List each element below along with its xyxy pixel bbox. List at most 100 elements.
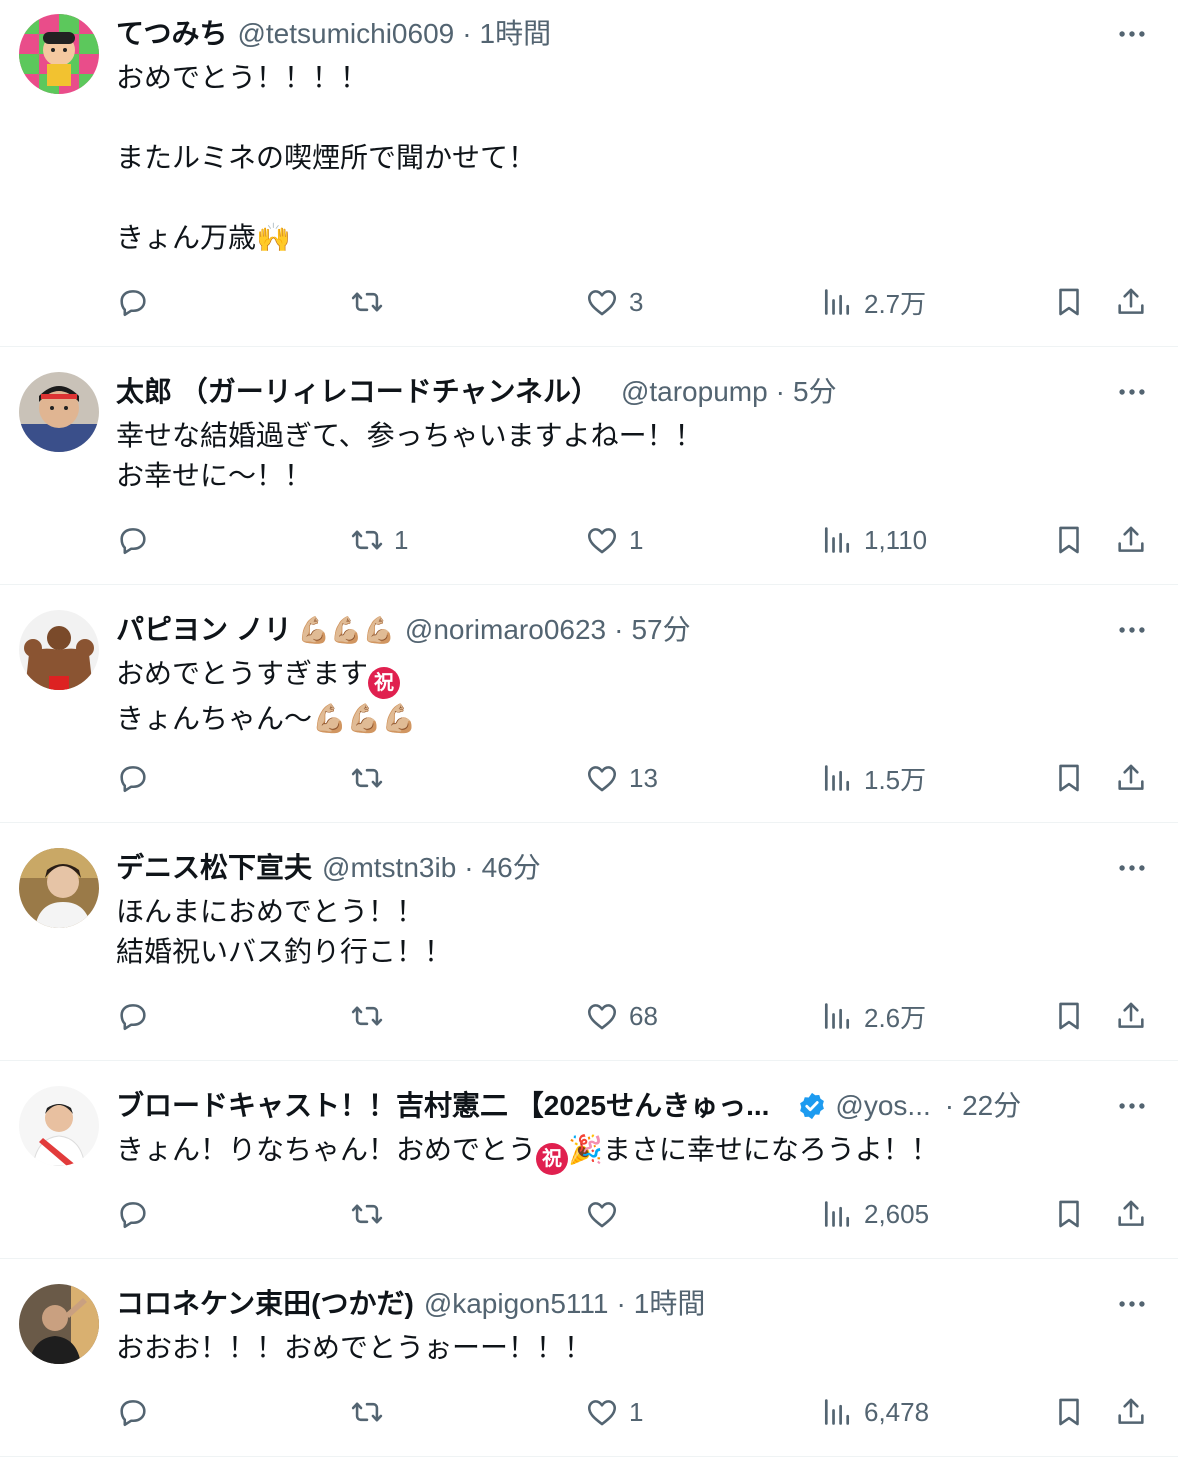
retweet-icon (350, 1395, 384, 1429)
like-button[interactable]: 1 (585, 520, 643, 560)
view-count: 2,605 (864, 1198, 930, 1229)
avatar-dennis-matsushita[interactable] (19, 848, 99, 928)
bookmark-button[interactable] (1052, 520, 1086, 560)
avatar-coronekenn-tsukada[interactable] (19, 1284, 99, 1364)
bookmark-icon (1052, 285, 1086, 319)
user-handle[interactable]: @yos... (835, 1086, 930, 1126)
timestamp[interactable]: 5分 (793, 372, 837, 412)
avatar-yoshimura-kenji[interactable] (19, 1086, 99, 1166)
view-count: 6,478 (864, 1396, 930, 1427)
action-bar: 3 2.7万 (0, 282, 1178, 322)
more-button[interactable] (1112, 1086, 1152, 1126)
share-button[interactable] (1114, 520, 1148, 560)
separator-dot: · (614, 614, 624, 645)
bookmark-button[interactable] (1052, 758, 1086, 798)
user-handle[interactable]: @taropump (621, 372, 768, 412)
like-count: 1 (629, 1396, 644, 1427)
action-bar: 68 2.6万 (0, 996, 1178, 1036)
retweet-icon (350, 1197, 384, 1231)
share-button[interactable] (1114, 758, 1148, 798)
views-button[interactable]: 2.7万 (820, 282, 926, 322)
retweet-button[interactable] (350, 282, 394, 322)
tweet-5[interactable]: ブロードキャスト！！吉村憲二 【2025せんきゅっ... @yos... · 2… (0, 1061, 1178, 1259)
reply-icon (116, 523, 150, 557)
timestamp[interactable]: 1時間 (480, 14, 552, 54)
reply-icon (116, 1395, 150, 1429)
reply-icon (116, 761, 150, 795)
reply-button[interactable] (116, 1194, 160, 1234)
avatar-tetsumichi[interactable] (19, 14, 99, 94)
timestamp[interactable]: 57分 (631, 610, 690, 650)
more-button[interactable] (1112, 1284, 1152, 1324)
reply-icon (116, 285, 150, 319)
timestamp[interactable]: 22分 (962, 1086, 1021, 1126)
timestamp[interactable]: 1時間 (634, 1284, 706, 1324)
share-button[interactable] (1114, 1194, 1148, 1234)
avatar-papillon-nori[interactable] (19, 610, 99, 690)
retweet-button[interactable] (350, 1392, 394, 1432)
user-handle[interactable]: @mtstn3ib (322, 848, 456, 888)
display-name[interactable]: てつみち (116, 14, 227, 54)
views-icon (820, 1197, 854, 1231)
retweet-button[interactable] (350, 1194, 394, 1234)
like-button[interactable]: 3 (585, 282, 643, 322)
more-button[interactable] (1112, 848, 1152, 888)
bookmark-button[interactable] (1052, 996, 1086, 1036)
retweet-button[interactable] (350, 758, 394, 798)
views-icon (820, 761, 854, 795)
reply-button[interactable] (116, 758, 160, 798)
view-count: 1.5万 (864, 764, 927, 795)
display-name[interactable]: コロネケン束田(つかだ) (116, 1284, 414, 1324)
tweet-6[interactable]: コロネケン束田(つかだ) @kapigon5111 · 1時間 おおお！！！おめ… (0, 1259, 1178, 1457)
tweet-3[interactable]: パピヨン ノリ 💪🏼💪🏼💪🏼 @norimaro0623 · 57分 おめでとう… (0, 585, 1178, 823)
more-button[interactable] (1112, 372, 1152, 412)
views-button[interactable]: 2,605 (820, 1194, 929, 1234)
share-button[interactable] (1114, 996, 1148, 1036)
retweet-button[interactable]: 1 (350, 520, 408, 560)
views-button[interactable]: 6,478 (820, 1392, 929, 1432)
display-name[interactable]: ブロードキャスト！！吉村憲二 【2025せんきゅっ... (116, 1086, 769, 1126)
more-button[interactable] (1112, 14, 1152, 54)
bookmark-button[interactable] (1052, 282, 1086, 322)
user-handle[interactable]: @tetsumichi0609 (237, 14, 454, 54)
timestamp[interactable]: 46分 (482, 848, 541, 888)
bookmark-button[interactable] (1052, 1392, 1086, 1432)
tweet-4[interactable]: デニス松下宣夫 @mtstn3ib · 46分 ほんまにおめでとう！！ 結婚祝い… (0, 823, 1178, 1061)
avatar-taro[interactable] (19, 372, 99, 452)
like-button[interactable]: 13 (585, 758, 658, 798)
share-icon (1114, 285, 1148, 319)
tweet-text: 幸せな結婚過ぎて、参っちゃいますよねー！！ お幸せに〜！！ (116, 420, 703, 491)
user-handle[interactable]: @norimaro0623 (405, 610, 606, 650)
share-button[interactable] (1114, 1392, 1148, 1432)
tweet-header: てつみち @tetsumichi0609 · 1時間 (116, 14, 1118, 54)
reply-button[interactable] (116, 520, 160, 560)
display-name[interactable]: 太郎 （ガーリィレコードチャンネル） (116, 372, 599, 412)
more-icon (1115, 375, 1149, 409)
display-name[interactable]: デニス松下宣夫 (116, 848, 312, 888)
like-button[interactable] (585, 1194, 629, 1234)
tweet-header: パピヨン ノリ 💪🏼💪🏼💪🏼 @norimaro0623 · 57分 (116, 610, 1118, 650)
tweet-2[interactable]: 太郎 （ガーリィレコードチャンネル） @taropump · 5分 幸せな結婚過… (0, 347, 1178, 585)
user-handle[interactable]: @kapigon5111 (424, 1284, 609, 1324)
like-icon (585, 523, 619, 557)
like-count: 3 (629, 286, 644, 317)
reply-button[interactable] (116, 996, 160, 1036)
display-name[interactable]: パピヨン ノリ (116, 610, 292, 650)
tweet-text: おめでとう！！！！ またルミネの喫煙所で聞かせて！ きょん万歳🙌 (116, 62, 537, 253)
views-button[interactable]: 1,110 (820, 520, 927, 560)
like-button[interactable]: 1 (585, 1392, 643, 1432)
bookmark-button[interactable] (1052, 1194, 1086, 1234)
like-count: 68 (629, 1000, 658, 1031)
reply-button[interactable] (116, 282, 160, 322)
tweet-1[interactable]: てつみち @tetsumichi0609 · 1時間 おめでとう！！！！ またル… (0, 0, 1178, 347)
reply-button[interactable] (116, 1392, 160, 1432)
views-button[interactable]: 2.6万 (820, 996, 926, 1036)
like-button[interactable]: 68 (585, 996, 658, 1036)
retweet-button[interactable] (350, 996, 394, 1036)
verified-badge-icon (800, 1092, 825, 1120)
more-button[interactable] (1112, 610, 1152, 650)
views-button[interactable]: 1.5万 (820, 758, 926, 798)
tweet-text-part-2: まさに幸せになろうよ！！ (602, 1134, 939, 1165)
tweet-text-part-1: きょん！りなちゃん！おめでとう (116, 1134, 537, 1165)
share-button[interactable] (1114, 282, 1148, 322)
